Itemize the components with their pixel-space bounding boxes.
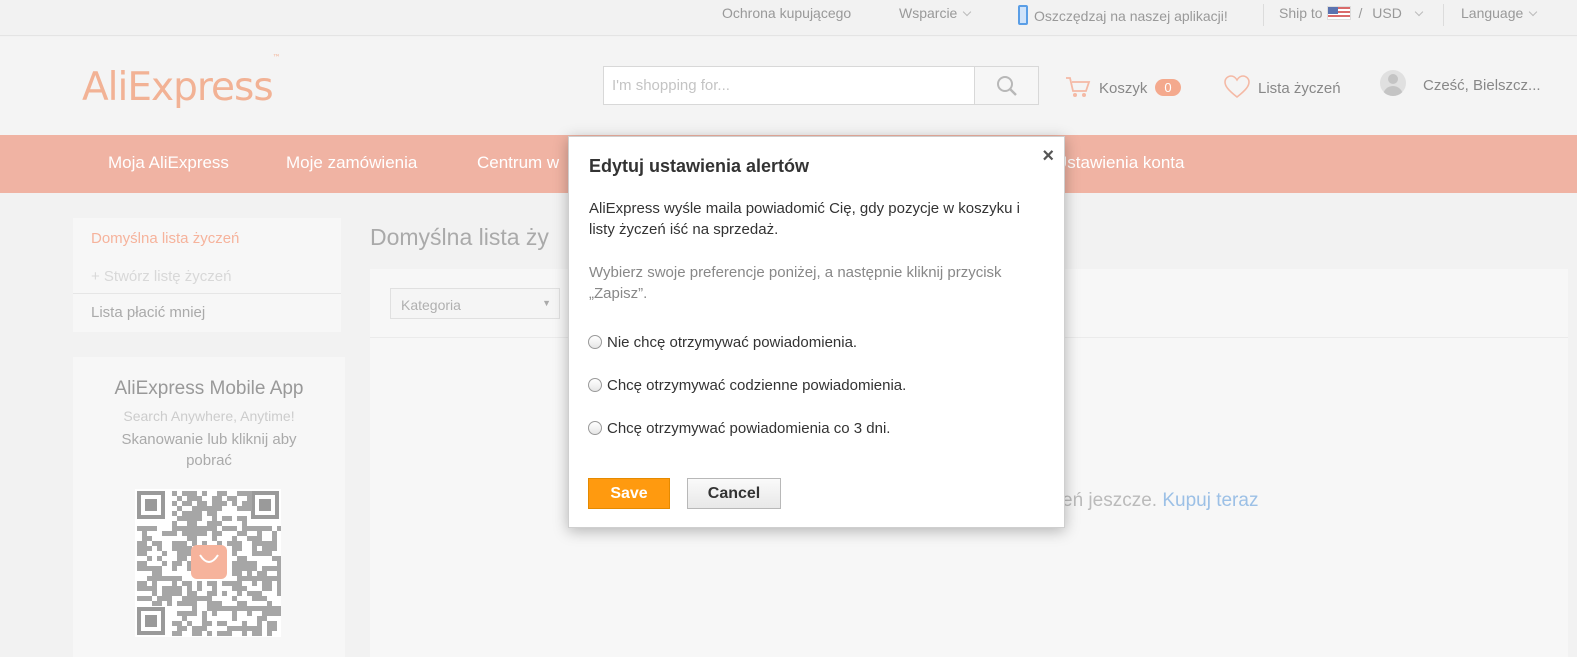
cart-icon <box>1066 77 1091 97</box>
aliexpress-logo[interactable]: AliExpress ™ <box>82 53 281 110</box>
search-button[interactable] <box>974 67 1038 104</box>
app-title: AliExpress Mobile App <box>114 378 304 399</box>
search-box <box>603 66 1039 105</box>
app-subtitle: Search Anywhere, Anytime! <box>123 408 295 424</box>
empty-state-message: czeń jeszcze. Kupuj teraz <box>1043 490 1258 512</box>
radio-button[interactable] <box>588 335 602 349</box>
chevron-down-icon <box>1529 7 1538 17</box>
wishlist-label: Lista życzeń <box>1258 80 1341 97</box>
account-greeting[interactable]: Cześć, Bielszcz... <box>1423 77 1541 94</box>
option-label: Chcę otrzymywać codzienne powiadomienia. <box>607 377 907 394</box>
wishlist-sidebar: Domyślna lista życzeń + Stwórz listę życ… <box>73 218 341 332</box>
category-select[interactable]: Kategoria ▼ <box>390 288 560 319</box>
nav-my-aliexpress[interactable]: Moja AliExpress <box>108 153 229 173</box>
app-description: Skanowanie lub kliknij aby pobrać <box>121 431 297 469</box>
header: AliExpress ™ Koszyk 0 Lista życzeń Cześć, … <box>0 37 1577 135</box>
radio-button[interactable] <box>588 378 602 392</box>
heart-icon <box>1224 75 1250 99</box>
qr-code-icon[interactable] <box>135 489 281 637</box>
cart-label: Koszyk <box>1099 80 1148 97</box>
us-flag-icon <box>1326 6 1351 20</box>
divider <box>73 293 341 294</box>
radio-button[interactable] <box>588 421 602 435</box>
option-daily-notifications[interactable]: Chcę otrzymywać codzienne powiadomienia. <box>588 377 906 394</box>
chevron-down-icon <box>963 7 972 17</box>
alert-settings-dialog: Edytuj ustawienia alertów × AliExpress w… <box>568 136 1065 528</box>
language-menu[interactable]: Language <box>1461 5 1538 21</box>
option-every-3-days[interactable]: Chcę otrzymywać powiadomienia co 3 dni. <box>588 420 890 437</box>
app-promo-label: Oszczędzaj na naszej aplikacji! <box>1034 8 1228 24</box>
ship-to-label: Ship to <box>1279 5 1323 21</box>
sidebar-item-create-wishlist[interactable]: + Stwórz listę życzeń <box>91 268 231 285</box>
cart-count-badge: 0 <box>1155 79 1181 96</box>
divider <box>1443 4 1444 26</box>
cart-link[interactable]: Koszyk 0 <box>1065 75 1181 99</box>
option-label: Nie chcę otrzymywać powiadomienia. <box>607 334 858 351</box>
buyer-protection-link[interactable]: Ochrona kupującego <box>722 5 851 21</box>
triangle-down-icon: ▼ <box>542 298 551 308</box>
phone-icon <box>1018 5 1028 25</box>
currency-separator: / <box>1358 5 1363 21</box>
dialog-description: AliExpress wyśle maila powiadomić Cię, g… <box>589 200 1020 238</box>
search-icon <box>997 76 1017 96</box>
cancel-button[interactable]: Cancel <box>687 478 781 509</box>
option-no-notifications[interactable]: Nie chcę otrzymywać powiadomienia. <box>588 334 857 351</box>
nav-account-settings[interactable]: Ustawienia konta <box>1055 153 1184 173</box>
mobile-app-box: AliExpress Mobile App Search Anywhere, A… <box>73 357 345 657</box>
currency-label: USD <box>1372 5 1402 21</box>
search-input[interactable] <box>604 67 976 104</box>
logo-trademark: ™ <box>272 53 281 62</box>
category-select-value: Kategoria <box>401 297 461 313</box>
chevron-down-icon <box>1414 7 1424 17</box>
save-button[interactable]: Save <box>588 478 670 509</box>
app-promo-link[interactable]: Oszczędzaj na naszej aplikacji! <box>1018 5 1228 25</box>
support-label: Wsparcie <box>899 5 958 21</box>
sidebar-item-default-wishlist[interactable]: Domyślna lista życzeń <box>91 230 239 247</box>
sidebar-item-pay-less-list[interactable]: Lista płacić mniej <box>91 304 205 321</box>
shop-now-link[interactable]: Kupuj teraz <box>1162 490 1258 511</box>
language-label: Language <box>1461 5 1524 21</box>
avatar[interactable] <box>1380 70 1406 96</box>
top-bar: Ochrona kupującego Wsparcie Oszczędzaj n… <box>0 0 1577 36</box>
page-title: Domyślna lista ży <box>370 224 549 250</box>
wishlist-link[interactable]: Lista życzeń <box>1224 75 1341 99</box>
nav-message-center[interactable]: Centrum w <box>477 153 559 173</box>
support-menu[interactable]: Wsparcie <box>899 5 972 21</box>
dialog-title: Edytuj ustawienia alertów <box>589 156 810 176</box>
nav-my-orders[interactable]: Moje zamówienia <box>286 153 417 173</box>
logo-text: AliExpress <box>82 65 274 110</box>
close-icon[interactable]: × <box>1042 145 1054 168</box>
option-label: Chcę otrzymywać powiadomienia co 3 dni. <box>607 420 891 437</box>
divider <box>1263 4 1264 26</box>
dialog-instructions: Wybierz swoje preferencje poniżej, a nas… <box>589 264 1002 302</box>
ship-to-menu[interactable]: Ship to / USD <box>1279 5 1424 21</box>
